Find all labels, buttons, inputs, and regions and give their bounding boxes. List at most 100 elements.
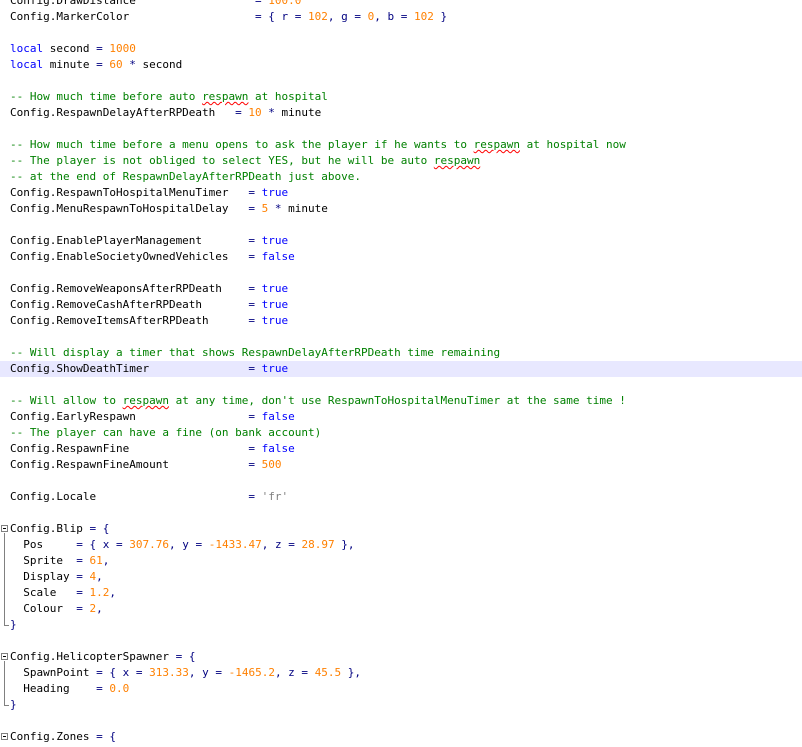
code-token: } <box>10 698 17 711</box>
code-line[interactable]: Config.Zones = { <box>0 729 802 745</box>
code-token: = <box>248 490 262 503</box>
code-line[interactable] <box>0 633 802 649</box>
code-token: = <box>76 570 90 583</box>
fold-end-marker <box>4 705 9 706</box>
code-token: = <box>248 202 262 215</box>
code-token: , <box>96 570 103 583</box>
code-line[interactable]: -- Will allow to respawn at any time, do… <box>0 393 802 409</box>
code-token: true <box>261 362 289 375</box>
code-line[interactable]: Config.Blip = { <box>0 521 802 537</box>
code-token: Display <box>10 570 77 583</box>
code-line[interactable] <box>0 217 802 233</box>
fold-end-marker <box>4 625 9 626</box>
code-line[interactable] <box>0 505 802 521</box>
code-line[interactable]: Display = 4, <box>0 569 802 585</box>
code-token: Config.Blip <box>10 522 90 535</box>
code-line[interactable] <box>0 473 802 489</box>
code-line[interactable]: Config.RespawnFineAmount = 500 <box>0 457 802 473</box>
fold-guide <box>4 661 5 705</box>
code-token: Config.RespawnToHospitalMenuTimer <box>10 186 249 199</box>
code-token: 10 <box>248 106 262 119</box>
code-line[interactable]: Config.RespawnToHospitalMenuTimer = true <box>0 185 802 201</box>
code-token: } <box>10 618 17 631</box>
code-token: Config.EnableSocietyOwnedVehicles <box>10 250 249 263</box>
code-editor[interactable]: Config.DrawDistance = 100.0 Config.Marker… <box>0 0 802 745</box>
code-token: true <box>261 282 289 295</box>
code-line[interactable] <box>0 377 802 393</box>
code-line[interactable]: -- How much time before auto respawn at … <box>0 89 802 105</box>
fold-toggle-icon[interactable] <box>1 653 8 660</box>
code-token: respawn <box>473 138 520 151</box>
code-line[interactable]: Config.ShowDeathTimer = true <box>0 361 802 377</box>
code-line[interactable] <box>0 25 802 41</box>
code-line[interactable]: Pos = { x = 307.76, y = -1433.47, z = 28… <box>0 537 802 553</box>
code-token: local <box>10 42 44 55</box>
code-token: = { <box>89 522 110 535</box>
code-token: -- The player can have a fine (on bank a… <box>10 426 322 439</box>
code-line[interactable] <box>0 265 802 281</box>
code-line[interactable]: Config.MenuRespawnToHospitalDelay = 5 * … <box>0 201 802 217</box>
code-line[interactable]: -- The player can have a fine (on bank a… <box>0 425 802 441</box>
code-token: }, <box>341 666 362 679</box>
code-line[interactable]: Config.MarkerColor = { r = 102, g = 0, b… <box>0 9 802 25</box>
code-line[interactable]: } <box>0 617 802 633</box>
fold-toggle-icon[interactable] <box>1 525 8 532</box>
code-token: = { x = <box>96 666 150 679</box>
code-line[interactable] <box>0 329 802 345</box>
code-token: 1000 <box>109 42 136 55</box>
code-line[interactable]: Config.RemoveItemsAfterRPDeath = true <box>0 313 802 329</box>
code-token: = { r = <box>255 10 309 23</box>
code-line[interactable]: -- The player is not obliged to select Y… <box>0 153 802 169</box>
code-token: = <box>76 554 90 567</box>
code-token: -- The player is not obliged to select Y… <box>10 154 434 167</box>
code-token: 100.0 <box>268 0 302 7</box>
code-token: Config.EnablePlayerManagement <box>10 234 249 247</box>
code-line[interactable]: Config.EarlyRespawn = false <box>0 409 802 425</box>
code-line[interactable] <box>0 73 802 89</box>
code-line[interactable] <box>0 713 802 729</box>
code-line[interactable]: -- Will display a timer that shows Respa… <box>0 345 802 361</box>
code-line[interactable]: local second = 1000 <box>0 41 802 57</box>
code-token: = { <box>96 730 116 743</box>
code-line[interactable]: Config.RespawnDelayAfterRPDeath = 10 * m… <box>0 105 802 121</box>
code-line[interactable]: Config.EnableSocietyOwnedVehicles = fals… <box>0 249 802 265</box>
code-token: * <box>122 58 143 71</box>
code-token: -1465.2 <box>228 666 275 679</box>
code-token: second <box>43 42 97 55</box>
code-line[interactable]: local minute = 60 * second <box>0 57 802 73</box>
code-line[interactable]: } <box>0 697 802 713</box>
code-line[interactable]: Heading = 0.0 <box>0 681 802 697</box>
code-line[interactable]: Sprite = 61, <box>0 553 802 569</box>
code-token: = <box>96 682 110 695</box>
code-token: at hospital <box>248 90 328 103</box>
code-line[interactable]: Config.RemoveCashAfterRPDeath = true <box>0 297 802 313</box>
code-line[interactable]: Config.HelicopterSpawner = { <box>0 649 802 665</box>
code-line[interactable]: Config.RespawnFine = false <box>0 441 802 457</box>
code-line[interactable]: Config.Locale = 'fr' <box>0 489 802 505</box>
code-token: at any time, don't use RespawnToHospital… <box>168 394 626 407</box>
code-line[interactable]: Config.EnablePlayerManagement = true <box>0 233 802 249</box>
code-token: = <box>248 234 262 247</box>
code-token: Config.RespawnDelayAfterRPDeath <box>10 106 236 119</box>
code-line[interactable]: Config.DrawDistance = 100.0 <box>0 0 802 9</box>
code-line[interactable]: -- How much time before a menu opens to … <box>0 137 802 153</box>
code-token: * <box>268 202 289 215</box>
fold-toggle-icon[interactable] <box>1 733 8 740</box>
code-token: Colour <box>10 602 77 615</box>
code-token: = <box>235 106 249 119</box>
code-line[interactable]: Scale = 1.2, <box>0 585 802 601</box>
code-token: = <box>248 362 262 375</box>
code-line[interactable]: SpawnPoint = { x = 313.33, y = -1465.2, … <box>0 665 802 681</box>
code-token: Config.MenuRespawnToHospitalDelay <box>10 202 249 215</box>
code-token: } <box>433 10 448 23</box>
code-line[interactable]: Config.RemoveWeaponsAfterRPDeath = true <box>0 281 802 297</box>
code-token: respawn <box>202 90 249 103</box>
code-line[interactable]: -- at the end of RespawnDelayAfterRPDeat… <box>0 169 802 185</box>
code-line[interactable] <box>0 121 802 137</box>
code-token: false <box>261 442 295 455</box>
code-token: true <box>261 298 289 311</box>
code-line[interactable]: Colour = 2, <box>0 601 802 617</box>
code-token: -- Will display a timer that shows Respa… <box>10 346 501 359</box>
code-token: = <box>248 458 262 471</box>
code-token: -- How much time before a menu opens to … <box>10 138 474 151</box>
